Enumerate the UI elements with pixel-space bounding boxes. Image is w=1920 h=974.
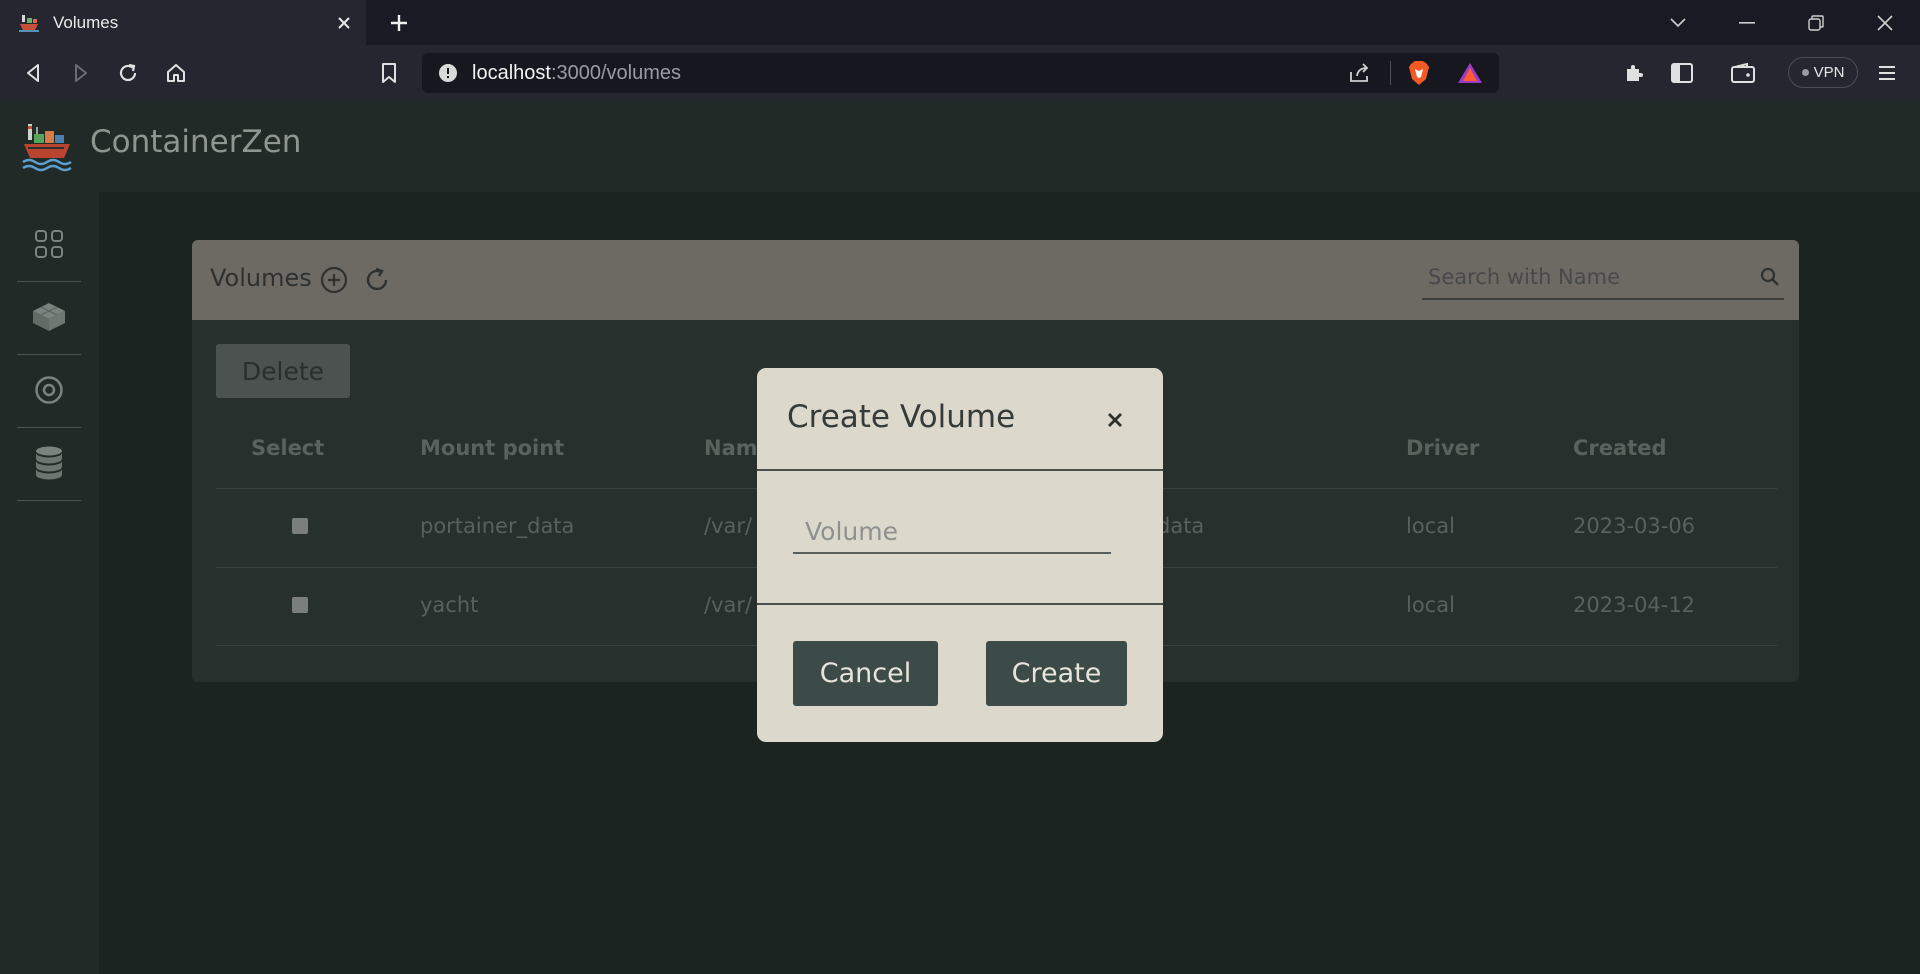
cell-name-end: data xyxy=(1157,514,1205,538)
tab-close-icon[interactable] xyxy=(332,11,356,35)
forward-icon[interactable] xyxy=(66,58,96,88)
refresh-icon[interactable] xyxy=(362,265,392,295)
column-header-mount-point: Mount point xyxy=(420,436,565,460)
share-icon[interactable] xyxy=(1348,62,1372,88)
restore-icon[interactable] xyxy=(1792,0,1840,45)
page-title: Volumes xyxy=(210,264,312,292)
dashboard-grid-icon xyxy=(34,229,64,263)
database-icon xyxy=(35,446,63,484)
row-select-checkbox[interactable] xyxy=(292,597,308,613)
window-close-icon[interactable] xyxy=(1861,0,1909,45)
sidebar-item-volumes[interactable] xyxy=(17,429,81,501)
sidebar-item-containers[interactable] xyxy=(17,283,81,355)
column-header-driver: Driver xyxy=(1406,436,1480,460)
cell-name: /var/ xyxy=(704,514,753,538)
home-icon[interactable] xyxy=(161,58,191,88)
column-header-created: Created xyxy=(1573,436,1667,460)
modal-header-divider xyxy=(757,469,1163,471)
cell-created: 2023-03-06 xyxy=(1573,514,1696,538)
vpn-button[interactable]: VPN xyxy=(1788,57,1858,88)
row-select-checkbox[interactable] xyxy=(292,518,308,534)
sidebar-toggle-icon[interactable] xyxy=(1667,58,1697,88)
site-info-icon[interactable] xyxy=(438,63,458,83)
browser-toolbar: localhost:3000/volumes VPN xyxy=(0,45,1920,100)
disc-icon xyxy=(34,375,64,409)
cell-created: 2023-04-12 xyxy=(1573,593,1696,617)
browser-tab-volumes[interactable]: Volumes xyxy=(0,0,366,45)
url-text: localhost:3000/volumes xyxy=(472,62,681,85)
browser-tabstrip: Volumes xyxy=(0,0,1920,45)
vpn-label: VPN xyxy=(1813,64,1845,81)
modal-footer-divider xyxy=(757,603,1163,605)
address-bar[interactable]: localhost:3000/volumes xyxy=(422,53,1499,93)
brave-shields-icon[interactable] xyxy=(1407,60,1431,90)
search-box xyxy=(1422,256,1784,300)
cell-name: /var/ xyxy=(704,593,753,617)
back-icon[interactable] xyxy=(18,58,48,88)
extensions-icon[interactable] xyxy=(1619,58,1649,88)
cancel-button[interactable]: Cancel xyxy=(793,641,938,706)
app-header: ContainerZen xyxy=(0,100,1920,192)
brave-rewards-icon[interactable] xyxy=(1457,62,1483,88)
vpn-status-dot xyxy=(1801,69,1809,76)
cell-driver: local xyxy=(1406,514,1455,538)
bookmark-icon[interactable] xyxy=(374,58,404,88)
sidebar xyxy=(0,192,99,974)
volumes-header: Volumes xyxy=(192,240,1799,320)
column-header-name: Nam xyxy=(704,436,758,460)
ship-favicon-icon xyxy=(17,11,41,35)
brand-name[interactable]: ContainerZen xyxy=(90,124,301,160)
cell-mount-point: yacht xyxy=(420,593,479,617)
sidebar-item-images[interactable] xyxy=(17,356,81,428)
minimize-icon[interactable] xyxy=(1723,0,1771,45)
new-tab-icon[interactable] xyxy=(386,10,412,36)
url-divider xyxy=(1390,61,1391,85)
add-volume-icon[interactable] xyxy=(319,265,349,295)
delete-button[interactable]: Delete xyxy=(216,344,350,398)
close-icon[interactable] xyxy=(1101,406,1129,434)
menu-icon[interactable] xyxy=(1872,58,1902,88)
cube-icon xyxy=(31,301,67,337)
volume-name-input[interactable] xyxy=(793,510,1111,554)
reload-icon[interactable] xyxy=(113,58,143,88)
sidebar-item-dashboard[interactable] xyxy=(17,210,81,282)
wallet-icon[interactable] xyxy=(1728,58,1758,88)
cell-mount-point: portainer_data xyxy=(420,514,575,538)
ship-logo-icon[interactable] xyxy=(22,122,72,172)
search-icon[interactable] xyxy=(1756,263,1784,291)
column-header-select: Select xyxy=(251,436,325,460)
url-path: :3000/volumes xyxy=(550,61,682,84)
tab-title: Volumes xyxy=(53,12,119,32)
create-volume-modal: Create Volume Cancel Create xyxy=(757,368,1163,742)
tab-search-chevron-icon[interactable] xyxy=(1654,0,1702,45)
create-button[interactable]: Create xyxy=(986,641,1127,706)
modal-title: Create Volume xyxy=(787,399,1016,435)
cell-driver: local xyxy=(1406,593,1455,617)
url-host: localhost xyxy=(472,61,551,84)
search-input[interactable] xyxy=(1422,257,1756,297)
